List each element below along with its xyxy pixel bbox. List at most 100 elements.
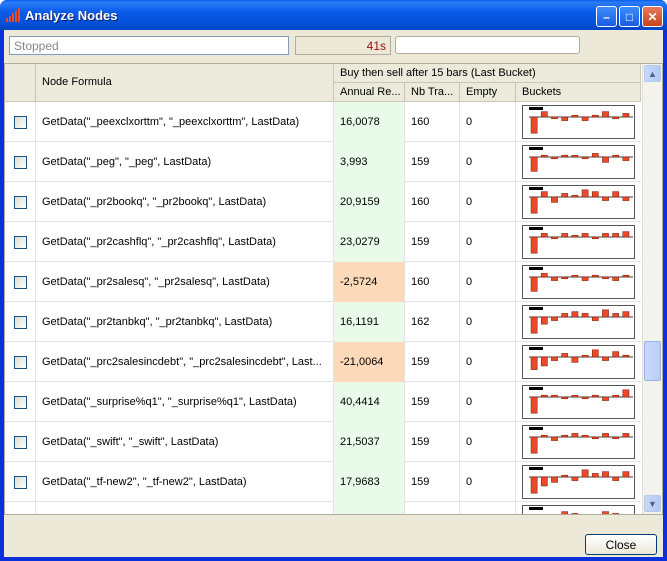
empty-cell: 0 bbox=[460, 262, 516, 302]
bucket-bar bbox=[591, 236, 599, 240]
nb-trades-cell: 160 bbox=[405, 182, 460, 222]
bucket-bar bbox=[581, 156, 589, 160]
empty-cell: 0 bbox=[460, 182, 516, 222]
minimize-button[interactable]: – bbox=[596, 6, 617, 27]
bucket-bar bbox=[622, 274, 630, 278]
row-checkbox[interactable] bbox=[13, 195, 27, 209]
row-checkbox[interactable] bbox=[13, 315, 27, 329]
legend-marker bbox=[529, 147, 543, 150]
bucket-bar bbox=[551, 236, 558, 240]
table-row[interactable]: GetData("_pr2cashflq", "_pr2cashflq", La… bbox=[5, 222, 641, 262]
table-row[interactable]: GetData("_pr2salesq", "_pr2salesq", Last… bbox=[5, 262, 641, 302]
bucket-bar bbox=[530, 156, 538, 172]
annual-return-cell: 16,0078 bbox=[334, 102, 405, 142]
header-nb-trades[interactable]: Nb Tra... bbox=[405, 83, 460, 102]
bucket-bar bbox=[602, 156, 609, 163]
bucket-bar bbox=[612, 233, 620, 238]
legend-marker bbox=[529, 427, 543, 430]
bucket-bar bbox=[622, 471, 630, 478]
buckets-cell bbox=[516, 502, 641, 514]
row-checkbox[interactable] bbox=[13, 155, 27, 169]
bucket-bar bbox=[591, 316, 599, 321]
close-window-button[interactable]: ✕ bbox=[642, 6, 663, 27]
legend-marker bbox=[529, 387, 543, 390]
analyze-nodes-window: Analyze Nodes – □ ✕ Stopped 41s Node For… bbox=[0, 0, 667, 561]
bucket-bar bbox=[591, 274, 599, 278]
table-row[interactable]: GetData("_swift", "_swift", LastData) 21… bbox=[5, 422, 641, 462]
scroll-down-icon[interactable]: ▼ bbox=[644, 495, 661, 512]
bucket-bar bbox=[540, 394, 548, 398]
bucket-sparkline bbox=[522, 185, 635, 219]
node-formula-cell: GetData("_surprise%q1", "_surprise%q1", … bbox=[36, 382, 334, 422]
buckets-cell bbox=[516, 102, 641, 142]
maximize-button[interactable]: □ bbox=[619, 6, 640, 27]
bucket-bar bbox=[551, 116, 558, 120]
bucket-bar bbox=[591, 114, 599, 118]
bucket-bar bbox=[612, 276, 620, 281]
bucket-sparkline bbox=[522, 505, 635, 514]
empty-cell: 0 bbox=[460, 102, 516, 142]
table-row[interactable]: GetData("_surprise%q1", "_surprise%q1", … bbox=[5, 382, 641, 422]
bucket-bar bbox=[530, 396, 538, 414]
table-row[interactable]: GetData("_peg", "_peg", LastData) 3,993 … bbox=[5, 142, 641, 182]
row-checkbox-cell bbox=[5, 422, 36, 462]
bucket-bar bbox=[591, 394, 599, 398]
node-formula-cell: GetData("_pr2bookq", "_pr2bookq", LastDa… bbox=[36, 182, 334, 222]
bucket-bar bbox=[581, 396, 589, 400]
row-checkbox[interactable] bbox=[13, 475, 27, 489]
table-row[interactable]: GetData("_peexclxorttm", "_peexclxorttm"… bbox=[5, 102, 641, 142]
row-checkbox[interactable] bbox=[13, 235, 27, 249]
bucket-bar bbox=[602, 396, 609, 401]
nb-trades-cell: 159 bbox=[405, 382, 460, 422]
scroll-thumb[interactable] bbox=[644, 341, 661, 381]
row-checkbox-cell bbox=[5, 142, 36, 182]
bucket-bar bbox=[602, 309, 609, 318]
empty-cell: 0 bbox=[460, 382, 516, 422]
bucket-bar bbox=[602, 196, 609, 201]
bucket-bar bbox=[551, 196, 558, 203]
buckets-cell bbox=[516, 382, 641, 422]
bucket-bar bbox=[540, 273, 548, 278]
legend-marker bbox=[529, 347, 543, 350]
annual-return-cell: 40,4414 bbox=[334, 382, 405, 422]
header-node-formula[interactable]: Node Formula bbox=[36, 64, 334, 102]
bucket-bar bbox=[581, 276, 589, 281]
table-row[interactable]: GetData("_pr2bookq", "_pr2bookq", LastDa… bbox=[5, 182, 641, 222]
table-row[interactable]: GetData("_tf-new2", "_tf-new2", LastData… bbox=[5, 462, 641, 502]
bucket-bar bbox=[591, 191, 599, 198]
bucket-bar bbox=[551, 276, 558, 281]
nb-trades-cell: 160 bbox=[405, 102, 460, 142]
nodes-grid: Node Formula Buy then sell after 15 bars… bbox=[4, 63, 663, 515]
bucket-bar bbox=[571, 476, 579, 481]
bucket-bar bbox=[551, 356, 558, 361]
header-buckets[interactable]: Buckets bbox=[516, 83, 641, 102]
progress-bar bbox=[395, 36, 580, 54]
bucket-bar bbox=[530, 236, 538, 254]
row-checkbox[interactable] bbox=[13, 275, 27, 289]
bucket-bar bbox=[612, 191, 620, 198]
bucket-bar bbox=[602, 111, 609, 118]
row-checkbox[interactable] bbox=[13, 395, 27, 409]
bucket-bar bbox=[561, 313, 569, 318]
bucket-bar bbox=[581, 233, 589, 238]
bucket-bar bbox=[571, 433, 579, 438]
table-row[interactable]: GetData("_vladsnewgrowth", "_vladsnewgro… bbox=[5, 502, 641, 514]
header-annual-return[interactable]: Annual Re... bbox=[334, 83, 405, 102]
close-button[interactable]: Close bbox=[585, 534, 657, 555]
title-bar[interactable]: Analyze Nodes – □ ✕ bbox=[0, 0, 667, 30]
row-checkbox[interactable] bbox=[13, 115, 27, 129]
bucket-sparkline bbox=[522, 265, 635, 299]
bucket-bar bbox=[571, 274, 579, 278]
nb-trades-cell: 160 bbox=[405, 262, 460, 302]
bucket-bar bbox=[571, 311, 579, 318]
vertical-scrollbar[interactable]: ▲ ▼ bbox=[642, 64, 662, 514]
bucket-bar bbox=[530, 316, 538, 334]
scroll-up-icon[interactable]: ▲ bbox=[644, 65, 661, 82]
header-empty[interactable]: Empty bbox=[460, 83, 516, 102]
table-row[interactable]: GetData("_pr2tanbkq", "_pr2tanbkq", Last… bbox=[5, 302, 641, 342]
buckets-cell bbox=[516, 262, 641, 302]
row-checkbox[interactable] bbox=[13, 355, 27, 369]
elapsed-time: 41s bbox=[295, 36, 391, 55]
table-row[interactable]: GetData("_prc2salesincdebt", "_prc2sales… bbox=[5, 342, 641, 382]
row-checkbox[interactable] bbox=[13, 435, 27, 449]
